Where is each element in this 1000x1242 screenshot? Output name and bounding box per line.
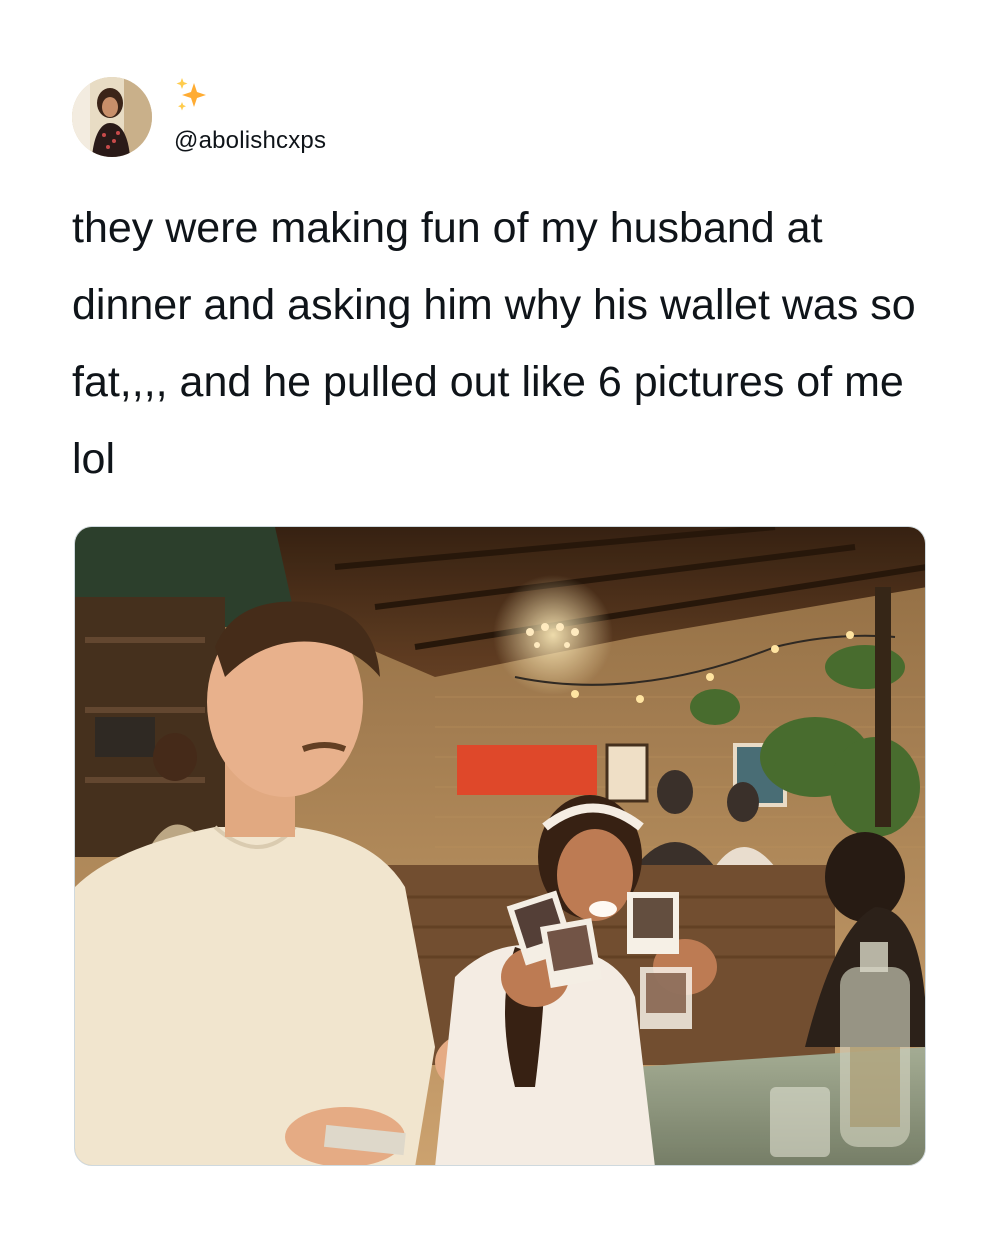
avatar[interactable] — [72, 77, 152, 157]
avatar-image — [72, 77, 152, 157]
sparkles-icon — [176, 78, 206, 111]
photo-restaurant-scene — [75, 527, 925, 1165]
tweet-card: @abolishcxps they were making fun of my … — [0, 0, 1000, 1242]
tweet-header: @abolishcxps — [72, 76, 326, 158]
tweet-text: they were making fun of my husband at di… — [72, 204, 916, 483]
author-handle[interactable]: @abolishcxps — [174, 127, 326, 155]
tweet-photo[interactable] — [74, 526, 926, 1166]
